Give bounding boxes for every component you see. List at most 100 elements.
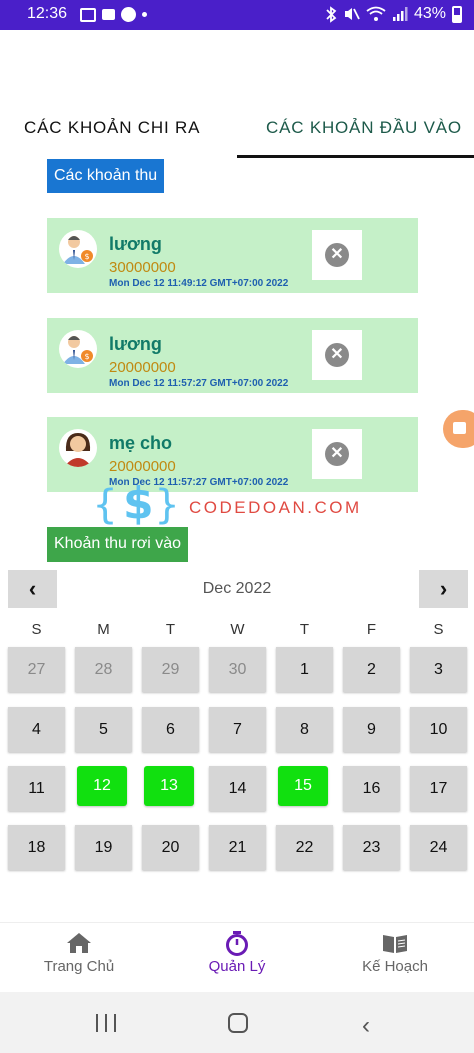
close-icon: ✕ — [325, 343, 349, 367]
status-time: 12:36 — [27, 5, 68, 22]
weekday-label: T — [165, 621, 176, 638]
weekday-label: T — [299, 621, 310, 638]
watermark-left-brace-icon: { — [93, 482, 118, 528]
calendar-day[interactable]: 9 — [343, 707, 400, 752]
messenger-notification-icon — [121, 7, 136, 22]
calendar-day[interactable]: 24 — [410, 825, 467, 870]
calendar-day[interactable]: 8 — [276, 707, 333, 752]
weekday-label: M — [97, 621, 110, 638]
close-icon: ✕ — [325, 243, 349, 267]
weekday-label: S — [31, 621, 42, 638]
next-month-button[interactable]: › — [419, 570, 468, 608]
calendar-month-label: Dec 2022 — [202, 580, 272, 597]
calendar-day-marked[interactable]: 13 — [144, 766, 194, 806]
income-amount: 20000000 — [109, 458, 176, 475]
bluetooth-icon — [326, 5, 337, 23]
income-amount: 30000000 — [109, 259, 176, 276]
calendar-day-marked[interactable]: 15 — [278, 766, 328, 806]
weekday-label: S — [433, 621, 444, 638]
nav-manage-label: Quản Lý — [208, 958, 266, 975]
income-card[interactable]: mẹ cho 20000000 Mon Dec 12 11:57:27 GMT+… — [47, 417, 418, 492]
watermark-text: CODEDOAN.COM — [189, 498, 362, 517]
watermark-dollar-icon: $ — [123, 478, 154, 529]
calendar-header-button[interactable]: Khoản thu rơi vào — [47, 527, 189, 562]
nav-manage[interactable]: Quản Lý — [158, 931, 316, 975]
woman-avatar-icon — [59, 429, 97, 467]
app-screen: 12:36 43% CÁC KHOẢN CHI RA CÁC KHOẢN ĐẦU… — [0, 0, 474, 1053]
weekday-label: F — [366, 621, 377, 638]
video-notification-icon — [102, 9, 115, 20]
notification-icons — [80, 7, 147, 22]
calendar-day[interactable]: 3 — [410, 647, 467, 692]
calendar-day[interactable]: 21 — [209, 825, 266, 870]
calendar-day[interactable]: 20 — [142, 825, 199, 870]
floating-record-button[interactable] — [443, 410, 474, 448]
tab-income[interactable]: CÁC KHOẢN ĐẦU VÀO — [266, 118, 462, 138]
svg-text:$: $ — [85, 352, 90, 361]
chevron-right-icon: › — [439, 576, 448, 601]
income-amount: 20000000 — [109, 359, 176, 376]
calendar-day[interactable]: 6 — [142, 707, 199, 752]
income-date: Mon Dec 12 11:49:12 GMT+07:00 2022 — [109, 278, 289, 289]
income-name: mẹ cho — [109, 433, 173, 453]
system-navigation-bar: ‹ — [0, 992, 474, 1053]
calendar-day[interactable]: 30 — [209, 647, 266, 692]
system-status-icons: 43% — [325, 5, 462, 23]
home-icon — [0, 931, 158, 957]
calendar-day[interactable]: 10 — [410, 707, 467, 752]
calendar-day[interactable]: 29 — [142, 647, 199, 692]
calendar-day[interactable]: 11 — [8, 766, 65, 811]
watermark-right-brace-icon: } — [155, 482, 180, 528]
delete-income-button[interactable]: ✕ — [312, 330, 362, 380]
recent-apps-icon[interactable] — [96, 1014, 116, 1032]
calendar-day[interactable]: 19 — [75, 825, 132, 870]
book-icon — [316, 931, 474, 957]
calendar-day[interactable]: 1 — [276, 647, 333, 692]
wifi-icon — [366, 6, 386, 21]
weekday-label: W — [230, 621, 245, 638]
male-office-worker-money-icon: $ — [59, 230, 97, 268]
system-home-icon[interactable] — [228, 1013, 248, 1033]
status-bar: 12:36 43% — [0, 0, 474, 30]
calendar-day[interactable]: 22 — [276, 825, 333, 870]
close-icon: ✕ — [325, 442, 349, 466]
income-name: lương — [109, 234, 162, 254]
svg-text:$: $ — [85, 252, 90, 261]
calendar-day[interactable]: 17 — [410, 766, 467, 811]
calendar-day[interactable]: 5 — [75, 707, 132, 752]
calendar-day[interactable]: 18 — [8, 825, 65, 870]
calendar-day[interactable]: 16 — [343, 766, 400, 811]
calendar-day[interactable]: 27 — [8, 647, 65, 692]
calendar-day[interactable]: 7 — [209, 707, 266, 752]
tab-selected-indicator — [237, 155, 474, 158]
bottom-navigation: Trang Chủ Quản Lý Kế Hoạch — [0, 922, 474, 984]
battery-percent: 43% — [413, 5, 446, 22]
income-card[interactable]: $ lương 30000000 Mon Dec 12 11:49:12 GMT… — [47, 218, 418, 293]
signal-icon — [392, 7, 408, 21]
mute-icon — [344, 8, 360, 20]
calendar-day[interactable]: 4 — [8, 707, 65, 752]
calendar-day[interactable]: 14 — [209, 766, 266, 811]
battery-icon — [452, 5, 462, 23]
calendar-day[interactable]: 2 — [343, 647, 400, 692]
nav-home-label: Trang Chủ — [43, 958, 115, 975]
gallery-notification-icon — [80, 7, 96, 22]
income-card[interactable]: $ lương 20000000 Mon Dec 12 11:57:27 GMT… — [47, 318, 418, 393]
delete-income-button[interactable]: ✕ — [312, 230, 362, 280]
income-name: lương — [109, 334, 162, 354]
stopwatch-icon — [158, 931, 316, 957]
more-notifications-dot-icon — [142, 12, 147, 17]
nav-plan-label: Kế Hoạch — [362, 958, 428, 975]
tab-expenses[interactable]: CÁC KHOẢN CHI RA — [24, 118, 200, 138]
calendar-day[interactable]: 23 — [343, 825, 400, 870]
male-office-worker-money-icon: $ — [59, 330, 97, 368]
delete-income-button[interactable]: ✕ — [312, 429, 362, 479]
calendar-day[interactable]: 28 — [75, 647, 132, 692]
income-list-header-button[interactable]: Các khoản thu — [47, 159, 165, 193]
calendar-day-marked[interactable]: 12 — [77, 766, 127, 806]
income-date: Mon Dec 12 11:57:27 GMT+07:00 2022 — [109, 378, 289, 389]
system-back-icon[interactable]: ‹ — [362, 1012, 370, 1040]
nav-home[interactable]: Trang Chủ — [0, 931, 158, 975]
video-camera-icon — [453, 422, 466, 434]
nav-plan[interactable]: Kế Hoạch — [316, 931, 474, 975]
